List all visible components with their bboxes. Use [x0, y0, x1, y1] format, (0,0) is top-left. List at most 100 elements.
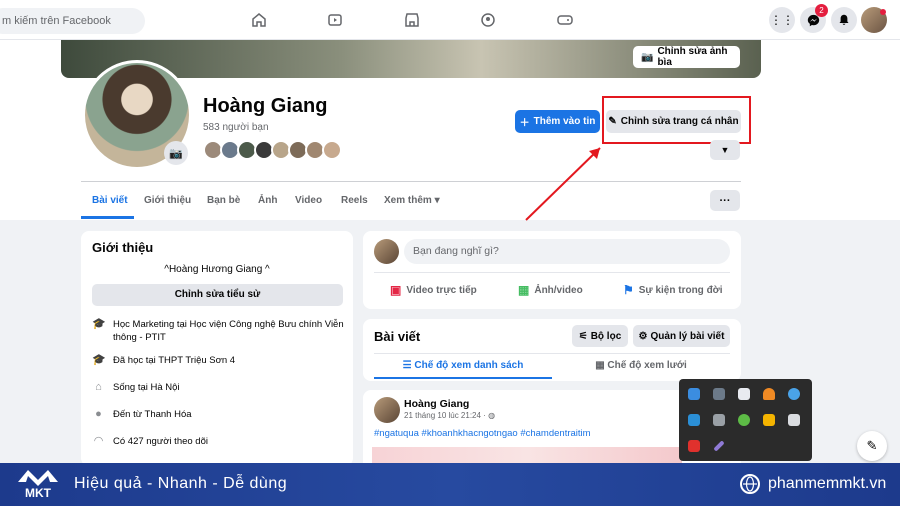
intro-row: 🎓 Học Marketing tại Học viện Công nghệ Bư… — [92, 318, 347, 344]
intro-title: Giới thiệu — [92, 240, 154, 255]
photo-video-button[interactable]: ▦ Ảnh/video — [518, 283, 583, 297]
tray-app-icon[interactable] — [688, 388, 700, 400]
slogan: Hiệu quả - Nhanh - Dễ dùng — [74, 475, 288, 492]
tray-app-icon[interactable] — [763, 414, 775, 426]
cloud-icon[interactable] — [763, 388, 775, 400]
intro-row: ◠ Có 427 người theo dõi — [92, 435, 347, 448]
friend-count[interactable]: 583 người bạn — [203, 122, 269, 133]
filter-label: Bộ lọc — [590, 330, 622, 342]
active-view-indicator — [374, 377, 552, 379]
camera-icon[interactable]: 📷 — [164, 141, 188, 165]
live-video-icon: ▣ — [390, 283, 402, 297]
video-icon[interactable] — [325, 10, 345, 30]
chevron-down-icon[interactable]: ▼ — [710, 140, 740, 160]
live-video-label: Video trực tiếp — [406, 284, 477, 296]
home-icon[interactable] — [249, 10, 269, 30]
composer-avatar[interactable] — [374, 239, 399, 264]
life-event-label: Sự kiện trong đời — [638, 284, 723, 296]
tray-app-icon[interactable] — [788, 388, 800, 400]
mkt-logo: MKT — [18, 470, 58, 500]
list-view-tab[interactable]: ☰ Chế độ xem danh sách — [374, 360, 552, 371]
website-url[interactable]: phanmemmkt.vn — [768, 475, 886, 493]
camera-icon: 📷 — [641, 51, 654, 63]
filter-button[interactable]: ⚟ Bộ lọc — [572, 325, 628, 347]
life-event-button[interactable]: ⚑ Sự kiện trong đời — [623, 283, 723, 297]
home-icon: ⌂ — [95, 381, 102, 393]
new-message-icon[interactable]: ✎ — [857, 431, 887, 461]
search-input[interactable]: m kiếm trên Facebook — [0, 8, 145, 34]
tab-photos[interactable]: Ảnh — [258, 195, 277, 206]
groups-icon[interactable] — [478, 10, 498, 30]
skype-icon[interactable] — [713, 388, 725, 400]
post-hashtags[interactable]: #ngatuqua #khoanhkhacngotngao #chamdentr… — [374, 428, 591, 439]
tab-more-label: Xem thêm — [384, 195, 432, 206]
photo-icon: ▦ — [518, 283, 530, 297]
more-options-icon[interactable]: ··· — [710, 190, 740, 211]
tab-friends[interactable]: Bạn bè — [207, 195, 240, 206]
photo-video-label: Ảnh/video — [534, 284, 583, 296]
intro-row-text: Sống tại Hà Nội — [113, 382, 180, 393]
manage-posts-button[interactable]: ⚙ Quản lý bài viết — [633, 325, 730, 347]
graduation-cap-icon: 🎓 — [92, 354, 106, 366]
tray-app-icon[interactable] — [738, 388, 750, 400]
tray-app-icon[interactable] — [713, 414, 725, 426]
intro-row-text: Đã học tại THPT Triệu Sơn 4 — [113, 355, 236, 366]
marketplace-icon[interactable] — [402, 10, 422, 30]
tab-video[interactable]: Video — [295, 195, 322, 206]
list-icon: ☰ — [402, 360, 412, 371]
post-timestamp[interactable]: 21 tháng 10 lúc 21:24 · ◍ — [404, 411, 495, 420]
menu-grid-icon[interactable]: ⋮⋮ — [769, 7, 795, 33]
highlight-box — [602, 96, 751, 144]
live-video-button[interactable]: ▣ Video trực tiếp — [390, 283, 477, 297]
posts-divider — [374, 353, 730, 354]
messenger-badge: 2 — [815, 4, 828, 17]
edit-bio-button[interactable]: Chỉnh sửa tiểu sử — [92, 284, 343, 306]
tray-app-icon[interactable] — [738, 414, 750, 426]
graduation-cap-icon: 🎓 — [92, 318, 106, 330]
grid-view-tab[interactable]: ▦ Chế độ xem lưới — [552, 360, 730, 371]
tab-about[interactable]: Giới thiệu — [144, 195, 191, 206]
globe-icon — [740, 474, 760, 494]
tray-app-icon[interactable] — [788, 414, 800, 426]
friend-avatar[interactable] — [322, 140, 342, 160]
list-view-label: Chế độ xem danh sách — [414, 360, 524, 371]
edit-cover-button[interactable]: 📷 Chỉnh sửa ảnh bìa — [633, 46, 740, 68]
add-to-story-button[interactable]: ＋ Thêm vào tin — [515, 110, 600, 133]
tray-app-icon[interactable] — [688, 414, 700, 426]
post-author-avatar[interactable] — [374, 397, 400, 423]
grid-view-label: Chế độ xem lưới — [607, 360, 687, 371]
rss-icon: ◠ — [93, 435, 104, 447]
avatar-notification-dot — [880, 9, 886, 15]
gear-icon: ⚙ — [638, 330, 648, 342]
composer-input[interactable]: Bạn đang nghĩ gì? — [404, 239, 730, 264]
intro-row: ⌂ Sống tại Hà Nội — [92, 381, 347, 394]
gaming-icon[interactable] — [555, 10, 575, 30]
intro-row-text: Có 427 người theo dõi — [113, 436, 208, 447]
intro-row-text: Học Marketing tại Học viện Công nghệ Bưu… — [113, 319, 344, 343]
logo-text: MKT — [25, 486, 52, 500]
annotation-arrow — [525, 147, 601, 221]
flag-icon: ⚑ — [623, 283, 634, 297]
tab-more[interactable]: Xem thêm ▾ — [384, 195, 440, 206]
intro-row: ● Đến từ Thanh Hóa — [92, 408, 347, 421]
sliders-icon: ⚟ — [578, 330, 588, 342]
notification-bell-icon[interactable] — [831, 7, 857, 33]
caret-down-icon: ▾ — [434, 195, 440, 206]
intro-bio: ^Hoàng Hương Giang ^ — [164, 264, 270, 275]
profile-name: Hoàng Giang — [203, 95, 328, 117]
header-divider — [81, 181, 741, 182]
grid-icon: ▦ — [595, 360, 605, 371]
active-tab-indicator — [81, 216, 134, 219]
edit-cover-label: Chỉnh sửa ảnh bìa — [657, 46, 728, 68]
intro-row-text: Đến từ Thanh Hóa — [113, 409, 192, 420]
tab-posts[interactable]: Bài viết — [92, 195, 128, 206]
tray-app-icon[interactable] — [688, 440, 700, 452]
post-author[interactable]: Hoàng Giang — [404, 398, 469, 410]
post-time-text: 21 tháng 10 lúc 21:24 · — [404, 411, 486, 420]
intro-row: 🎓 Đã học tại THPT Triệu Sơn 4 — [92, 354, 347, 367]
system-tray-popup — [679, 379, 812, 461]
tab-reels[interactable]: Reels — [341, 195, 368, 206]
pen-icon[interactable] — [713, 440, 725, 452]
plus-icon: ＋ — [519, 118, 530, 129]
composer-divider — [374, 272, 730, 273]
